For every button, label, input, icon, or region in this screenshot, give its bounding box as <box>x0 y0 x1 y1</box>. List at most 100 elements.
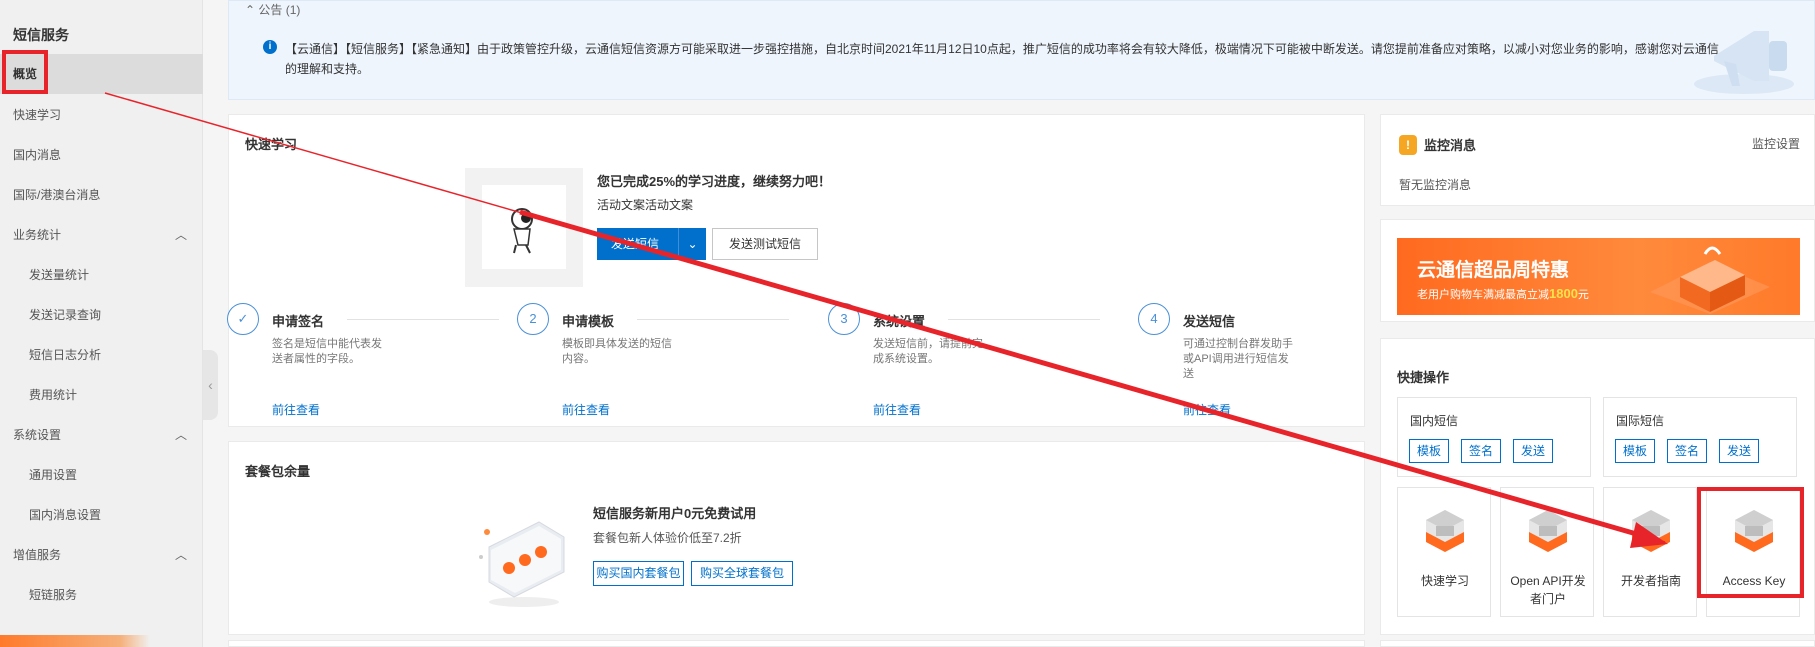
send-sms-button[interactable]: 发送短信 ⌄ <box>597 228 706 260</box>
megaphone-icon <box>1694 31 1794 94</box>
step-desc: 可通过控制台群发助手或API调用进行短信发送 <box>1183 338 1293 380</box>
mascot-icon <box>511 208 533 254</box>
annotation-box-overview <box>2 50 48 94</box>
package-heading: 短信服务新用户0元免费试用 <box>593 506 757 521</box>
tile-developer-guide[interactable]: 开发者指南 <box>1603 487 1697 617</box>
monitor-settings-link[interactable]: 监控设置 <box>1752 135 1800 152</box>
package-title: 套餐包余量 <box>245 464 311 479</box>
international-sms-title: 国际短信 <box>1616 414 1665 428</box>
step-desc: 发送短信前，请提前完成系统设置。 <box>873 338 983 365</box>
international-template-button[interactable]: 模板 <box>1615 439 1655 463</box>
progress-subtext: 活动文案活动文案 <box>597 198 694 212</box>
domestic-signature-button[interactable]: 签名 <box>1461 439 1501 463</box>
domestic-template-button[interactable]: 模板 <box>1409 439 1449 463</box>
promo-subtitle: 老用户购物车满减最高立减1800元 <box>1417 286 1589 301</box>
buy-global-package-button[interactable]: 购买全球套餐包 <box>691 561 793 586</box>
sidebar-item-label: 发送记录查询 <box>29 308 102 322</box>
domestic-sms-box: 国内短信 模板 签名 发送 <box>1397 397 1591 477</box>
chevron-up-icon: ︿ <box>174 428 187 442</box>
sidebar-item-label: 业务统计 <box>13 228 62 242</box>
sidebar-item-label: 增值服务 <box>13 548 62 562</box>
monitor-card: ! 监控消息 监控设置 暂无监控消息 <box>1380 114 1815 206</box>
sidebar-item-0[interactable]: 快速学习 <box>0 95 203 135</box>
sidebar: 短信服务 概览 快速学习 国内消息 国际/港澳台消息 业务统计 ︿ 发送量统计 发送记录查询… <box>0 0 203 647</box>
step-number: 3 <box>828 303 860 335</box>
info-icon: i <box>263 40 277 54</box>
cube-icon <box>1426 510 1464 552</box>
promo-card: 云通信超品周特惠 老用户购物车满减最高立减1800元 <box>1380 219 1815 322</box>
chevron-left-icon: ‹ <box>208 377 213 393</box>
sidebar-item-1[interactable]: 国内消息 <box>0 135 203 175</box>
step-title: 系统设置 <box>873 314 926 329</box>
domestic-send-button[interactable]: 发送 <box>1513 439 1553 463</box>
sidebar-item-label: 国内消息 <box>13 148 62 162</box>
tile-quick-learn[interactable]: 快速学习 <box>1397 487 1491 617</box>
sidebar-item-10[interactable]: 国内消息设置 <box>0 495 203 535</box>
step-link[interactable]: 前往查看 <box>272 401 320 418</box>
chevron-up-icon: ︿ <box>174 548 187 562</box>
tile-label: Open API开发者门户 <box>1510 574 1586 606</box>
step-connector <box>948 319 1100 320</box>
sidebar-item-label: 通用设置 <box>29 468 78 482</box>
sidebar-item-11[interactable]: 增值服务 ︿ <box>0 535 203 575</box>
step-number: 4 <box>1138 303 1170 335</box>
buy-domestic-package-button[interactable]: 购买国内套餐包 <box>593 561 684 586</box>
quick-learn-title: 快速学习 <box>245 137 298 152</box>
sidebar-item-4[interactable]: 发送量统计 <box>0 255 203 295</box>
step-number: 2 <box>517 303 549 335</box>
step-connector <box>637 319 789 320</box>
sidebar-item-2[interactable]: 国际/港澳台消息 <box>0 175 203 215</box>
sidebar-item-label: 快速学习 <box>13 108 62 122</box>
international-send-button[interactable]: 发送 <box>1719 439 1759 463</box>
step-link[interactable]: 前往查看 <box>562 401 610 418</box>
gift-box-illustration <box>1650 246 1770 314</box>
notice-text: 【云通信】【短信服务】【紧急通知】由于政策管控升级，云通信短信资源方可能采取进一… <box>285 42 1719 76</box>
learning-illustration <box>465 168 583 287</box>
tile-open-api[interactable]: Open API开发者门户 <box>1500 487 1594 617</box>
progress-heading: 您已完成25%的学习进度，继续努力吧！ <box>597 174 832 189</box>
sidebar-item-5[interactable]: 发送记录查询 <box>0 295 203 335</box>
chevron-up-icon: ︿ <box>174 228 187 242</box>
step-desc: 模板即具体发送的短信内容。 <box>562 338 672 365</box>
sidebar-bottom-accent <box>0 635 150 647</box>
sidebar-collapse-handle[interactable]: ‹ <box>203 350 218 420</box>
send-test-sms-button[interactable]: 发送测试短信 <box>712 228 818 260</box>
step-connector <box>347 319 499 320</box>
sidebar-item-label: 国内消息设置 <box>29 508 102 522</box>
quick-learn-card: 快速学习 您已完成25%的学习进度，继续努力吧！ 活动文案活动文案 发送短信 ⌄… <box>227 114 1365 427</box>
chat-bubble-illustration <box>479 521 565 607</box>
step-link[interactable]: 前往查看 <box>873 401 921 418</box>
promo-title: 云通信超品周特惠 <box>1417 260 1570 281</box>
chevron-up-icon: ⌃ <box>245 3 256 17</box>
cube-icon <box>1529 510 1567 552</box>
bell-icon: ! <box>1399 135 1417 155</box>
sidebar-item-label: 系统设置 <box>13 428 62 442</box>
next-card-edge <box>228 640 1365 647</box>
step-title: 申请模板 <box>562 314 615 329</box>
package-balance-card: 套餐包余量 短信服务新用户0元免费试用 套餐包新人体验价低至7.2折 购买国内套… <box>228 441 1365 635</box>
annotation-box-access-key <box>1697 487 1804 598</box>
step-link[interactable]: 前往查看 <box>1183 401 1231 418</box>
sidebar-item-8[interactable]: 系统设置 ︿ <box>0 415 203 455</box>
monitor-title: 监控消息 <box>1424 138 1477 153</box>
sidebar-item-12[interactable]: 短链服务 <box>0 575 203 615</box>
sidebar-item-7[interactable]: 费用统计 <box>0 375 203 415</box>
quick-operations-title: 快捷操作 <box>1397 370 1450 385</box>
notice-header[interactable]: ⌃ 公告 (1) <box>245 1 300 18</box>
sidebar-item-6[interactable]: 短信日志分析 <box>0 335 203 375</box>
promo-banner[interactable]: 云通信超品周特惠 老用户购物车满减最高立减1800元 <box>1397 238 1800 315</box>
international-signature-button[interactable]: 签名 <box>1667 439 1707 463</box>
step-desc: 签名是短信中能代表发送者属性的字段。 <box>272 338 382 365</box>
sidebar-item-9[interactable]: 通用设置 <box>0 455 203 495</box>
sidebar-item-label: 国际/港澳台消息 <box>13 188 101 202</box>
notice-banner: ⌃ 公告 (1) i 【云通信】【短信服务】【紧急通知】由于政策管控升级，云通信… <box>228 0 1815 100</box>
sidebar-item-label: 费用统计 <box>29 388 78 402</box>
sidebar-item-label: 短信日志分析 <box>29 348 102 362</box>
tile-label: 快速学习 <box>1420 574 1469 588</box>
sidebar-item-label: 发送量统计 <box>29 268 90 282</box>
chevron-down-icon[interactable]: ⌄ <box>678 228 706 260</box>
monitor-empty-text: 暂无监控消息 <box>1399 178 1472 192</box>
cube-icon <box>1632 510 1670 552</box>
sidebar-item-label: 短链服务 <box>29 588 78 602</box>
sidebar-item-3[interactable]: 业务统计 ︿ <box>0 215 203 255</box>
